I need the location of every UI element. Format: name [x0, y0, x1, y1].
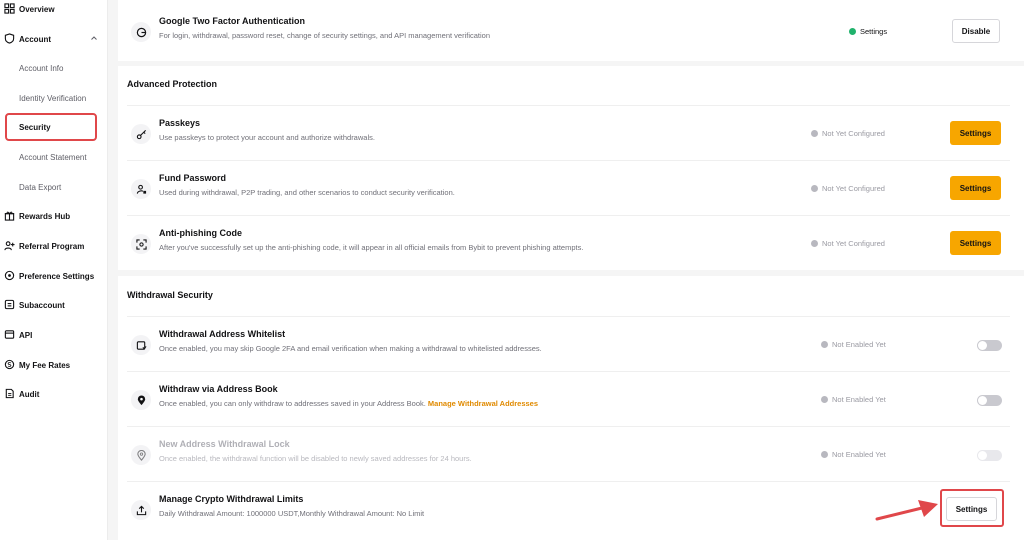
whitelist-desc: Once enabled, you may skip Google 2FA an…: [159, 344, 542, 353]
fee-icon: [4, 359, 15, 370]
address-book-title: Withdraw via Address Book: [159, 384, 278, 394]
sidebar-item-referral-program[interactable]: Referral Program: [0, 235, 108, 257]
location-outline-icon: [131, 445, 151, 465]
sidebar-item-overview[interactable]: Overview: [0, 0, 108, 20]
sidebar-item-label: My Fee Rates: [19, 360, 71, 370]
google-icon: [131, 22, 151, 42]
sidebar-item-preference-settings[interactable]: Preference Settings: [0, 265, 108, 287]
status-dot-icon: [849, 28, 856, 35]
overview-icon: [4, 3, 15, 14]
sidebar-item-account[interactable]: Account: [0, 28, 108, 50]
preference-icon: [4, 270, 15, 281]
address-book-row: Withdraw via Address Book Once enabled, …: [127, 371, 1010, 426]
status-badge: Not Enabled Yet: [821, 395, 886, 404]
google-2fa-card: Google Two Factor Authentication For log…: [118, 0, 1024, 61]
toggle-knob: [978, 451, 987, 460]
sidebar-item-label: Rewards Hub: [19, 211, 71, 221]
toggle-knob: [978, 396, 987, 405]
fund-password-row: Fund Password Used during withdrawal, P2…: [127, 160, 1010, 215]
sidebar-item-label: Referral Program: [19, 241, 85, 251]
status-dot-icon: [811, 130, 818, 137]
new-address-lock-toggle[interactable]: [977, 450, 1002, 461]
status-dot-icon: [821, 396, 828, 403]
sidebar-subitem-account-statement[interactable]: Account Statement: [19, 153, 87, 162]
sidebar-item-my-fee-rates[interactable]: My Fee Rates: [0, 354, 108, 376]
sidebar-item-label: Preference Settings: [19, 271, 95, 281]
api-icon: [4, 330, 15, 339]
disable-button[interactable]: Disable: [952, 19, 1000, 43]
anti-phishing-desc: After you've successfully set up the ant…: [159, 243, 584, 252]
status-dot-icon: [811, 240, 818, 247]
sidebar-item-api[interactable]: API: [0, 324, 108, 346]
withdrawal-limits-desc: Daily Withdrawal Amount: 1000000 USDT,Mo…: [159, 509, 425, 518]
sidebar-item-subaccount[interactable]: Subaccount: [0, 294, 108, 316]
status-badge: Settings: [849, 27, 887, 36]
key-icon: [131, 124, 151, 144]
passkeys-row: Passkeys Use passkeys to protect your ac…: [127, 105, 1010, 160]
anti-phishing-settings-button[interactable]: Settings: [950, 231, 1001, 255]
chevron-up-icon[interactable]: [90, 34, 98, 42]
whitelist-title: Withdrawal Address Whitelist: [159, 329, 286, 339]
passkeys-settings-button[interactable]: Settings: [950, 121, 1001, 145]
withdrawal-limits-title: Manage Crypto Withdrawal Limits: [159, 494, 304, 504]
sidebar-item-label: Audit: [19, 389, 40, 399]
anti-phishing-title: Anti-phishing Code: [159, 228, 242, 238]
status-badge: Not Enabled Yet: [821, 340, 886, 349]
gift-icon: [4, 211, 15, 221]
passkeys-title: Passkeys: [159, 118, 201, 128]
google-2fa-title: Google Two Factor Authentication: [159, 16, 305, 26]
sidebar-item-audit[interactable]: Audit: [0, 383, 108, 405]
advanced-protection-title: Advanced Protection: [127, 79, 218, 89]
fund-password-settings-button[interactable]: Settings: [950, 176, 1001, 200]
address-whitelist-icon: [131, 335, 151, 355]
location-pin-icon: [131, 390, 151, 410]
sidebar-item-label: Overview: [19, 4, 55, 14]
advanced-protection-card: Advanced Protection Passkeys Use passkey…: [118, 66, 1024, 270]
address-book-desc: Once enabled, you can only withdraw to a…: [159, 399, 539, 408]
fund-password-desc: Used during withdrawal, P2P trading, and…: [159, 188, 455, 197]
status-dot-icon: [821, 341, 828, 348]
new-address-lock-desc: Once enabled, the withdrawal function wi…: [159, 454, 472, 463]
pointer-arrow-icon: [875, 500, 938, 521]
sidebar-item-rewards-hub[interactable]: Rewards Hub: [0, 205, 108, 227]
audit-icon: [5, 388, 14, 399]
whitelist-toggle[interactable]: [977, 340, 1002, 351]
shield-account-icon: [4, 33, 15, 44]
sidebar-item-label: Subaccount: [19, 300, 65, 310]
sidebar-subitem-data-export[interactable]: Data Export: [19, 183, 61, 192]
sidebar: Overview Account Account Info Identity V…: [0, 0, 108, 540]
scan-icon: [131, 234, 151, 254]
google-2fa-desc: For login, withdrawal, password reset, c…: [159, 31, 490, 40]
fund-password-icon: [131, 179, 151, 199]
sidebar-subitem-account-info[interactable]: Account Info: [19, 64, 63, 73]
new-address-lock-title: New Address Withdrawal Lock: [159, 439, 290, 449]
status-badge: Not Yet Configured: [811, 129, 885, 138]
subaccount-icon: [4, 299, 15, 310]
fund-password-title: Fund Password: [159, 173, 227, 183]
toggle-knob: [978, 341, 987, 350]
withdrawal-security-title: Withdrawal Security: [127, 290, 213, 300]
main-content: Google Two Factor Authentication For log…: [109, 0, 1024, 540]
sidebar-subitem-security[interactable]: Security: [19, 123, 51, 132]
new-address-lock-row: New Address Withdrawal Lock Once enabled…: [127, 426, 1010, 481]
highlight-box-settings: [940, 489, 1004, 527]
status-badge: Not Yet Configured: [811, 184, 885, 193]
whitelist-row: Withdrawal Address Whitelist Once enable…: [127, 316, 1010, 371]
passkeys-desc: Use passkeys to protect your account and…: [159, 133, 375, 142]
status-badge: Not Enabled Yet: [821, 450, 886, 459]
sidebar-item-label: Account: [19, 34, 51, 44]
referral-icon: [4, 241, 15, 251]
upload-icon: [131, 500, 151, 520]
google-2fa-row: Google Two Factor Authentication For log…: [127, 4, 1010, 59]
manage-withdrawal-addresses-link[interactable]: Manage Withdrawal Addresses: [428, 399, 538, 408]
sidebar-item-label: API: [19, 330, 33, 340]
anti-phishing-row: Anti-phishing Code After you've successf…: [127, 215, 1010, 270]
status-dot-icon: [821, 451, 828, 458]
status-badge: Not Yet Configured: [811, 239, 885, 248]
address-book-toggle[interactable]: [977, 395, 1002, 406]
status-dot-icon: [811, 185, 818, 192]
sidebar-subitem-identity-verification[interactable]: Identity Verification: [19, 94, 86, 103]
